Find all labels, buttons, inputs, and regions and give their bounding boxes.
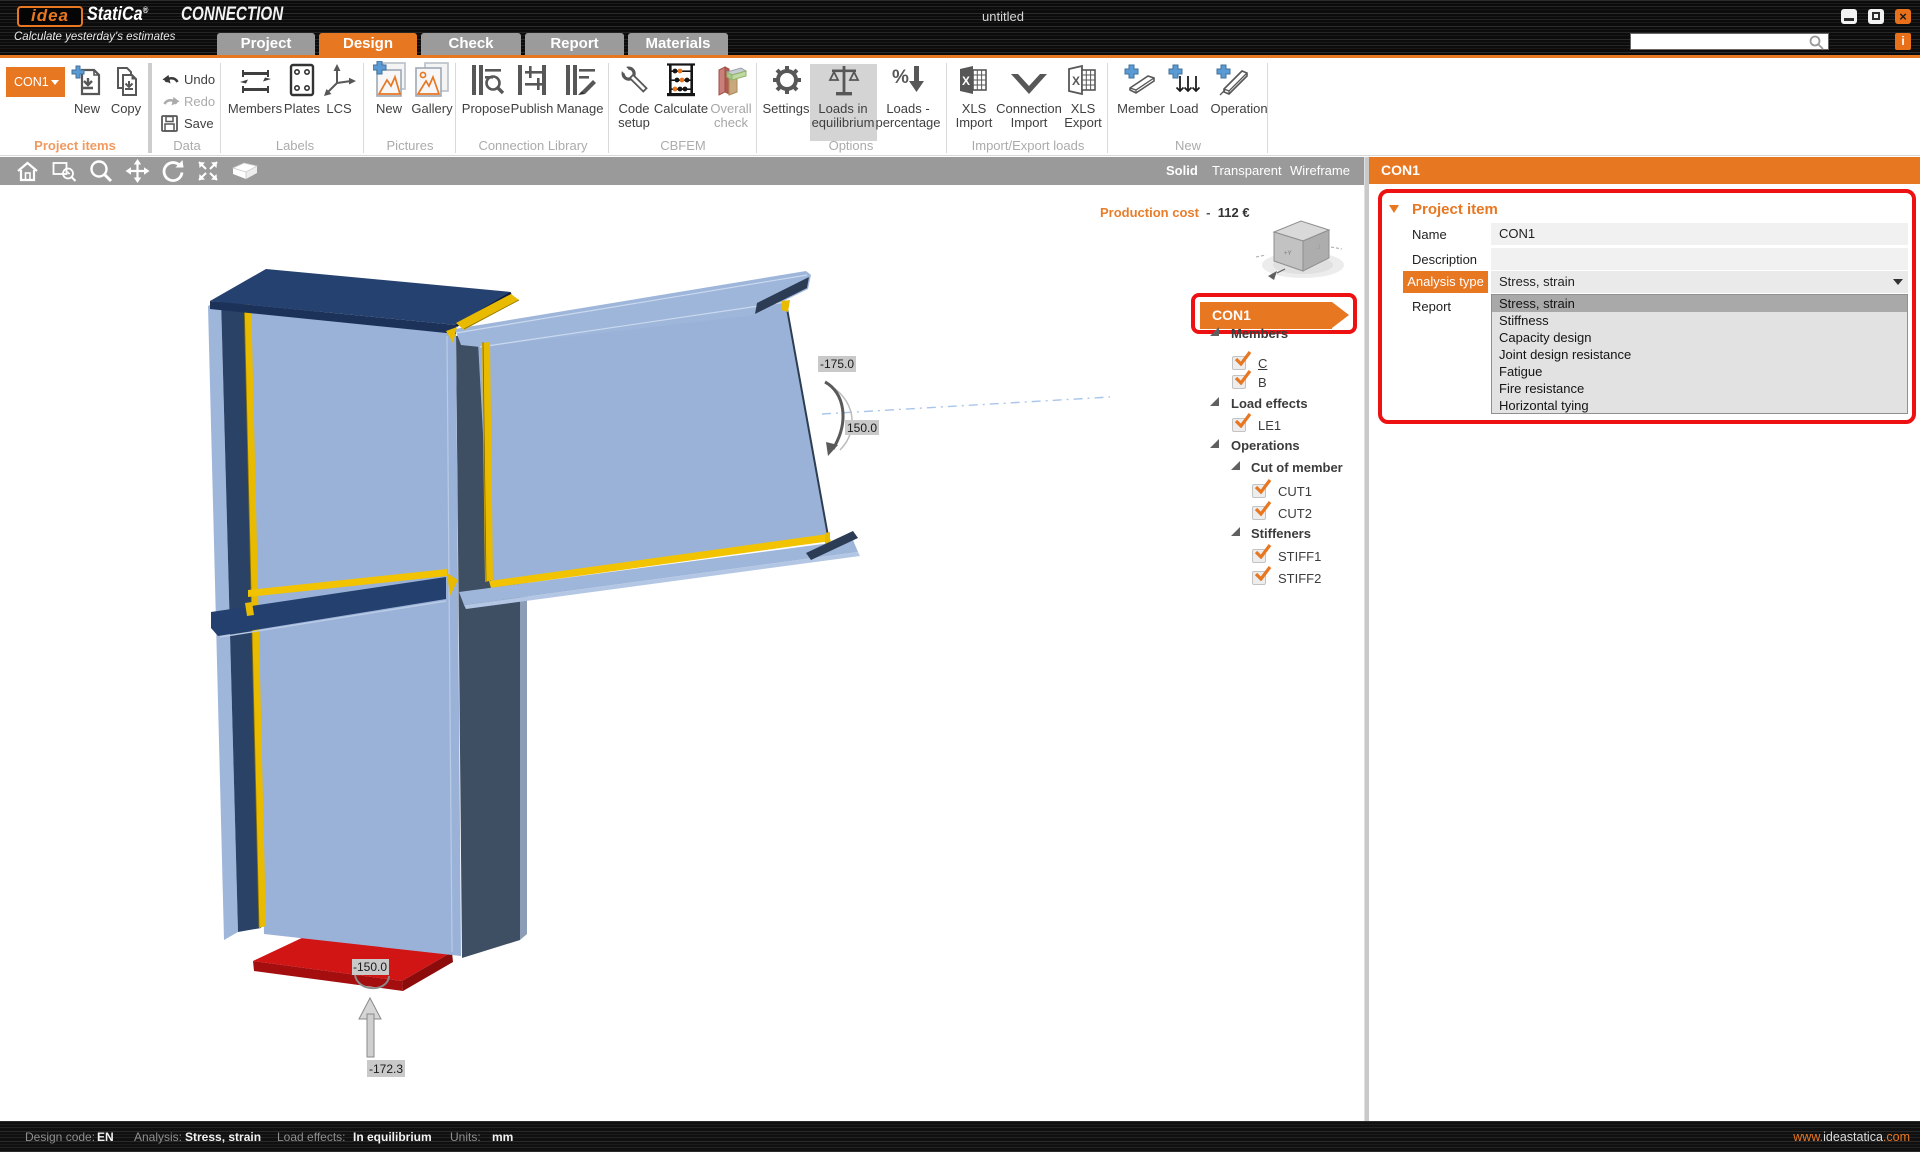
svg-text:X: X: [1072, 74, 1080, 88]
svg-text:-150.0: -150.0: [353, 960, 387, 974]
svg-text:%: %: [892, 67, 909, 88]
svg-text:X: X: [962, 74, 970, 88]
svg-text:J: J: [1317, 245, 1320, 251]
svg-text:+Y: +Y: [1284, 251, 1292, 257]
svg-text:-172.3: -172.3: [369, 1062, 403, 1076]
svg-text:-175.0: -175.0: [820, 357, 854, 371]
svg-text:150.0: 150.0: [847, 421, 877, 435]
